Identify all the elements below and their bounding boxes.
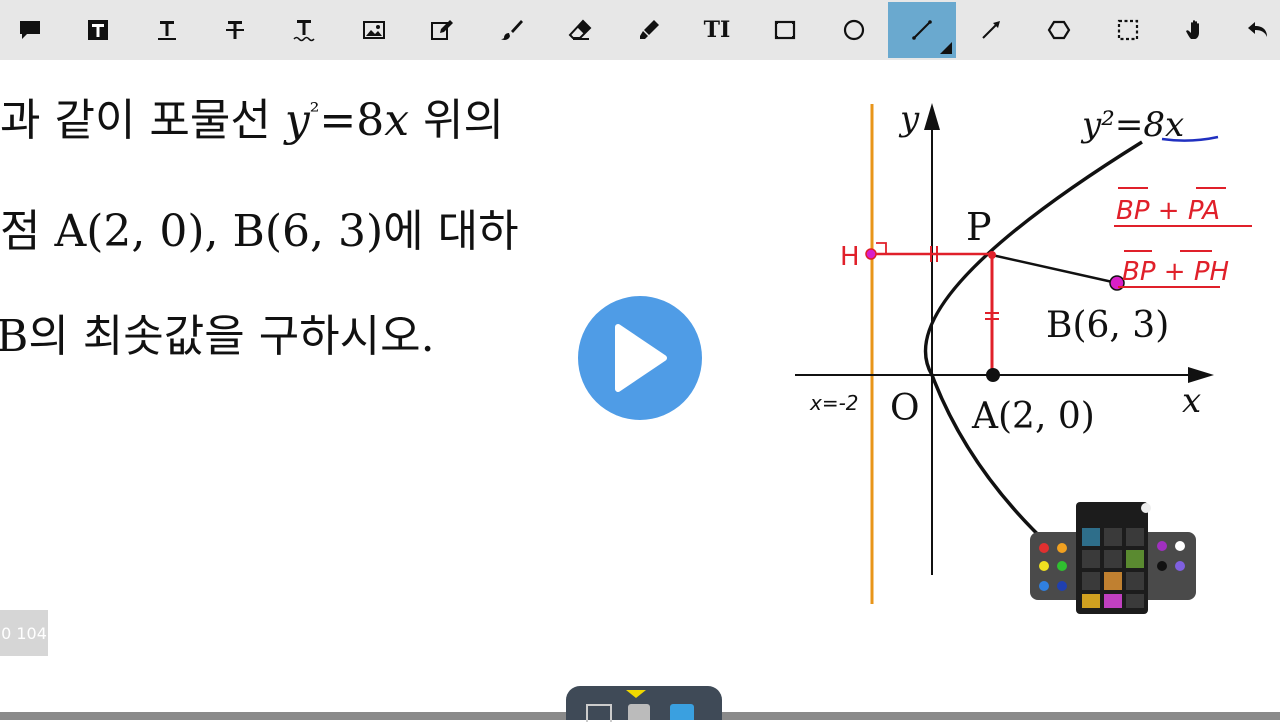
point-h-dot — [865, 248, 877, 260]
color-blue-swatch[interactable] — [1039, 581, 1049, 591]
color-black-swatch[interactable] — [1157, 561, 1167, 571]
zoom-tool-icon[interactable] — [1126, 594, 1144, 608]
problem-line-2: 점 A(2, 0), B(6, 3)에 대하 — [0, 206, 519, 257]
play-icon — [615, 324, 667, 392]
dropdown-corner-icon — [940, 42, 952, 54]
polygon-button[interactable] — [1031, 4, 1087, 56]
color-orange-swatch[interactable] — [1057, 543, 1067, 553]
hand-icon — [1186, 20, 1199, 39]
point-h-label: H — [840, 242, 860, 272]
presenter-icon[interactable] — [670, 704, 694, 720]
right-angle-mark — [876, 242, 887, 254]
problem-text: 위의 — [409, 95, 504, 146]
speech-bubble-button[interactable] — [2, 4, 58, 56]
point-b-label: B(6, 3) — [1046, 305, 1169, 346]
color-navy-swatch[interactable] — [1057, 581, 1067, 591]
note-bp-ph: BP + PH — [1122, 257, 1229, 287]
play-button-circle — [578, 296, 702, 420]
pointer-tool-icon[interactable] — [1082, 572, 1100, 590]
eraser-icon — [568, 19, 592, 40]
text-insert-button[interactable]: TI — [689, 4, 745, 56]
text-box-button[interactable] — [70, 4, 126, 56]
highlighter-icon — [640, 20, 659, 39]
x-axis-label: x — [1182, 381, 1201, 421]
highlighter-tool-icon[interactable] — [1126, 550, 1144, 568]
point-p-dot — [988, 251, 996, 259]
math-var-x: x — [384, 95, 410, 146]
color-white-swatch[interactable] — [1175, 541, 1185, 551]
eraser-tool-icon[interactable] — [1104, 572, 1122, 590]
strikethrough-icon — [226, 21, 244, 39]
folder-tool-icon[interactable] — [1082, 594, 1100, 608]
rectangle-icon — [774, 20, 796, 40]
pen-tool-icon[interactable] — [1082, 528, 1100, 546]
point-a-dot — [986, 368, 1000, 382]
undo-button[interactable] — [1236, 4, 1280, 56]
whiteboard-icon[interactable] — [586, 704, 612, 722]
point-p-label: P — [966, 205, 992, 249]
text-button[interactable] — [139, 4, 195, 56]
highlighter-button[interactable] — [621, 4, 677, 56]
undo-icon — [1248, 22, 1267, 37]
shape-tool-icon[interactable] — [1104, 550, 1122, 568]
problem-line-1: 과 같이 포물선 y²=8x 위의 — [0, 84, 504, 148]
math-exponent: ² — [309, 97, 320, 126]
ellipse-button[interactable] — [826, 4, 882, 56]
brush-icon — [501, 20, 523, 40]
edit-button[interactable] — [414, 4, 470, 56]
segment-pb — [991, 253, 1118, 285]
note-bp-pa: BP + PA — [1116, 196, 1220, 226]
problem-line-3: B의 최솟값을 구하시오. — [0, 311, 435, 362]
y-axis-label: y — [898, 99, 920, 139]
rectangle-button[interactable] — [757, 4, 813, 56]
wavy-underline-icon — [293, 20, 315, 42]
y-axis-arrow — [924, 103, 940, 130]
eraser-button[interactable] — [552, 4, 608, 56]
pan-button[interactable] — [1168, 4, 1224, 56]
wavy-underline-button[interactable] — [276, 4, 332, 56]
text-box-icon — [88, 20, 108, 40]
windows-icon[interactable] — [628, 704, 650, 720]
circle-icon — [843, 19, 865, 41]
color-purple-swatch[interactable] — [1157, 541, 1167, 551]
text-underline-icon — [158, 21, 176, 40]
origin-label: O — [890, 388, 920, 429]
line-icon — [912, 20, 932, 40]
image-button[interactable] — [346, 4, 402, 56]
edit-icon — [431, 20, 453, 40]
brush-button[interactable] — [484, 4, 540, 56]
directrix-label: x=-2 — [809, 391, 859, 415]
play-button[interactable] — [570, 288, 710, 428]
line-button[interactable] — [888, 2, 956, 58]
problem-text: 과 같이 포물선 — [0, 95, 285, 146]
select-button[interactable] — [1100, 4, 1156, 56]
palette-close-icon[interactable] — [1141, 503, 1151, 513]
speech-bubble-icon — [20, 21, 40, 39]
text-cursor-icon: TI — [703, 17, 731, 43]
page-number-badge: 0 104 — [0, 610, 48, 656]
pen-palette-widget[interactable] — [1030, 502, 1196, 614]
arrow-icon — [982, 21, 1000, 39]
line-tool-icon[interactable] — [1082, 550, 1100, 568]
math-var-y: y — [284, 95, 310, 146]
laser-tool-icon[interactable] — [1126, 572, 1144, 590]
point-a-label: A(2, 0) — [971, 396, 1095, 437]
selection-icon — [1117, 19, 1139, 41]
color-green-swatch[interactable] — [1057, 561, 1067, 571]
marker-tool-icon[interactable] — [1104, 528, 1122, 546]
brush-tool-icon[interactable] — [1126, 528, 1144, 546]
math-equals: =8 — [319, 95, 385, 146]
color-yellow-swatch[interactable] — [1039, 561, 1049, 571]
color-violet-swatch[interactable] — [1175, 561, 1185, 571]
color-wheel-icon[interactable] — [1104, 594, 1122, 608]
hexagon-icon — [1047, 20, 1071, 40]
arrow-button[interactable] — [963, 4, 1019, 56]
strikethrough-button[interactable] — [207, 4, 263, 56]
annotation-toolbar: TI — [0, 0, 1280, 60]
image-icon — [363, 21, 385, 39]
dock-indicator-icon — [626, 690, 646, 698]
color-red-swatch[interactable] — [1039, 543, 1049, 553]
